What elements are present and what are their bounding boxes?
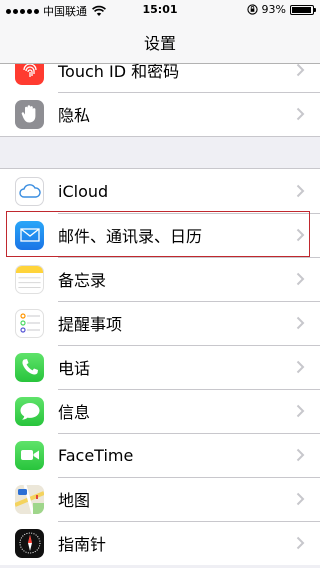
settings-row-label: 隐私 [58,106,91,125]
rotation-lock-icon [246,4,258,15]
settings-group-apps: iCloud 邮件、通讯录、日历 备忘录 提醒事项 电话 信息 FaceTime… [0,168,320,565]
settings-row-maps[interactable]: 地图 [0,477,320,521]
messages-icon [15,396,44,426]
settings-row-phone[interactable]: 电话 [0,345,320,389]
navigation-bar: 设置 [0,20,320,64]
chevron-right-icon [296,228,305,242]
settings-row-label: 电话 [58,359,91,378]
page-title: 设置 [143,33,176,53]
settings-row-facetime[interactable]: FaceTime [0,433,320,477]
settings-row-label: 指南针 [58,535,107,554]
settings-row-label: 邮件、通讯录、日历 [58,227,203,246]
hand-icon [15,99,44,129]
settings-row-notes[interactable]: 备忘录 [0,257,320,301]
chevron-right-icon [296,360,305,374]
settings-row-label: 备忘录 [58,271,107,290]
notes-icon [15,264,44,294]
chevron-right-icon [296,63,305,77]
status-bar: 中国联通 15:01 93% [0,0,320,20]
settings-row-label: 信息 [58,403,91,422]
cloud-icon [15,176,44,206]
compass-icon [15,528,44,558]
settings-row-compass[interactable]: 指南针 [0,521,320,565]
facetime-icon [15,440,44,470]
mail-icon [15,220,44,250]
chevron-right-icon [296,536,305,550]
settings-row-messages[interactable]: 信息 [0,389,320,433]
settings-row-mail-contacts-calendars[interactable]: 邮件、通讯录、日历 [0,213,320,257]
maps-icon [15,484,44,514]
reminders-icon [15,308,44,338]
phone-icon [15,352,44,382]
chevron-right-icon [296,272,305,286]
settings-row-reminders[interactable]: 提醒事项 [0,301,320,345]
chevron-right-icon [296,316,305,330]
settings-row-label: 地图 [58,491,91,510]
settings-row-privacy[interactable]: 隐私 [0,92,320,136]
chevron-right-icon [296,184,305,198]
settings-row-label: 提醒事项 [58,315,123,334]
battery-percent: 93% [261,3,286,16]
settings-row-label: FaceTime [58,445,134,465]
chevron-right-icon [296,448,305,462]
settings-row-label: iCloud [58,181,109,201]
battery-icon [290,4,316,15]
settings-row-icloud[interactable]: iCloud [0,169,320,213]
chevron-right-icon [296,107,305,121]
chevron-right-icon [296,492,305,506]
chevron-right-icon [296,404,305,418]
